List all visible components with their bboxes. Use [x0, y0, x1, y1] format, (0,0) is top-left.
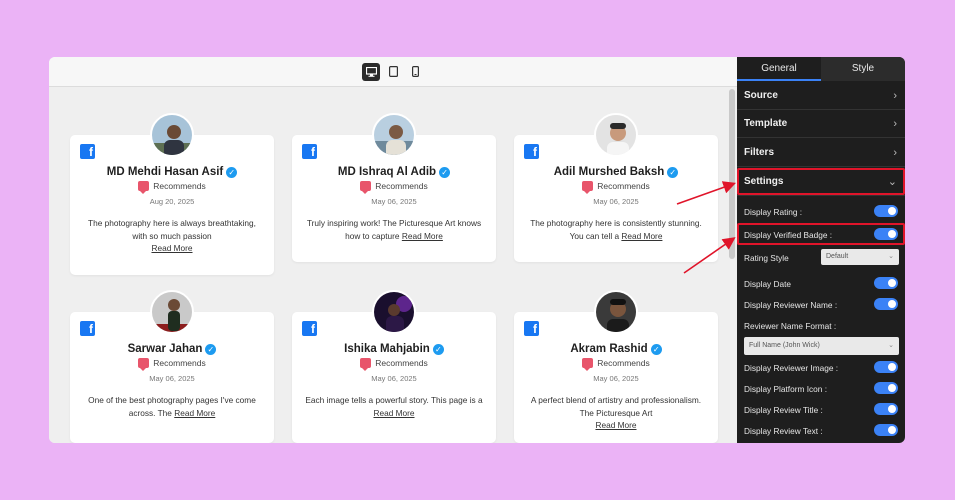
arrow-to-verified-badge	[683, 237, 736, 274]
arrow-to-settings	[676, 181, 737, 205]
annotation-arrows	[676, 181, 737, 274]
